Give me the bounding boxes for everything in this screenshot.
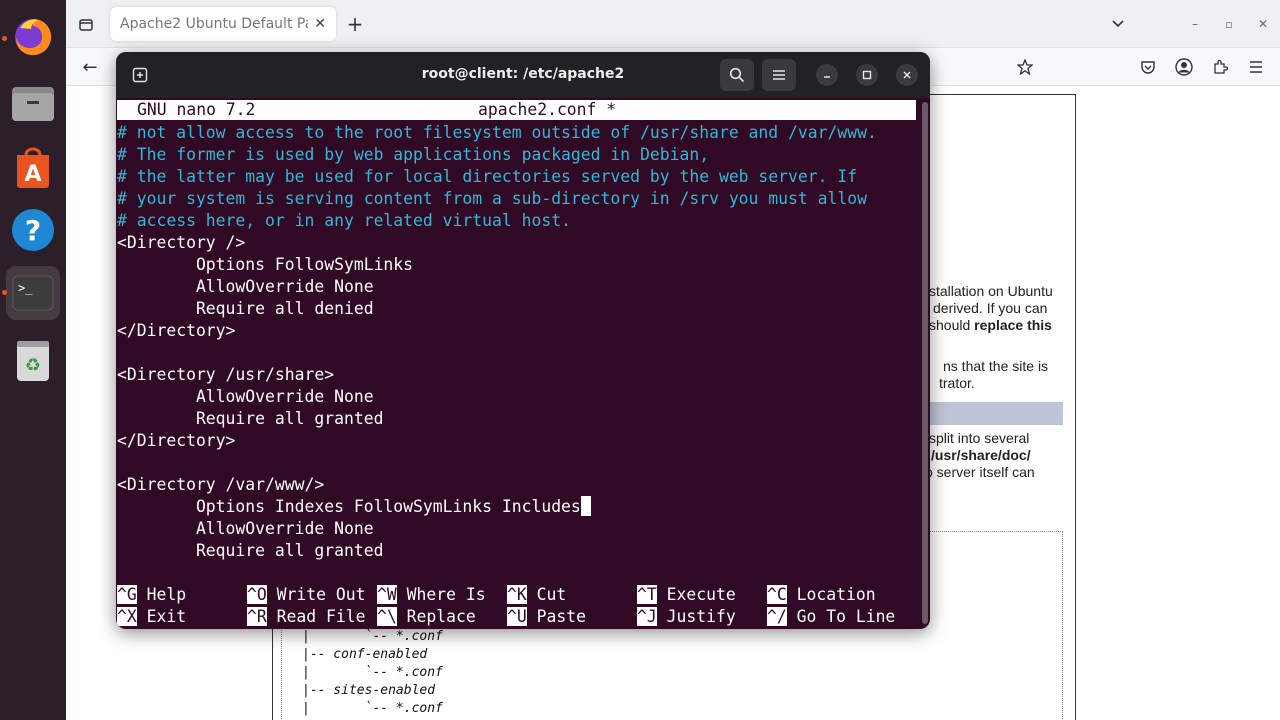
help-icon: ? (12, 209, 54, 251)
tree-line: |-- sites-enabled (302, 683, 436, 698)
section-header-band (923, 402, 1063, 425)
editor-line: </Directory> (117, 321, 236, 340)
maximize-icon (862, 70, 872, 80)
close-icon[interactable]: ✕ (314, 16, 326, 32)
doc-text-5: trator. (939, 375, 975, 391)
editor-line: AllowOverride None (117, 277, 374, 296)
firefox-icon (15, 19, 52, 56)
shortcut-cut[interactable]: ^K Cut (507, 584, 566, 606)
editor-line: Require all granted (117, 409, 384, 428)
svg-text:?: ? (25, 214, 41, 247)
hamburger-icon (773, 70, 785, 80)
terminal-title: root@client: /etc/apache2 (421, 66, 625, 82)
trash-icon: ♻ (17, 341, 49, 381)
close-icon (903, 71, 911, 79)
doc-text-7: /usr/share/doc/ (931, 447, 1031, 463)
minimize-icon (824, 76, 830, 78)
editor-line: # your system is serving content from a … (117, 189, 867, 208)
tab-title: Apache2 Ubuntu Default Page: It works (120, 16, 308, 32)
window-close-icon[interactable]: ✕ (1250, 11, 1276, 37)
nano-version: GNU nano 7.2 (137, 100, 256, 119)
terminal-header: root@client: /etc/apache2 (116, 52, 930, 98)
svg-text:♻: ♻ (25, 355, 41, 376)
nano-editor[interactable]: GNU nano 7.2 apache2.conf * # not allow … (116, 98, 930, 629)
minimize-icon[interactable]: – (1182, 11, 1208, 37)
tree-line: | `-- *.conf (302, 629, 443, 644)
terminal-window[interactable]: root@client: /etc/apache2 GNU nano 7.2 a… (116, 52, 930, 629)
dock-files[interactable] (6, 76, 60, 130)
chevron-down-icon[interactable] (1105, 11, 1131, 37)
editor-line: <Directory /var/www/> (117, 475, 325, 494)
editor-line: # access here, or in any related virtual… (117, 211, 571, 230)
editor-line: # The former is used by web applications… (117, 145, 710, 164)
pocket-icon[interactable] (1135, 54, 1161, 80)
doc-text-8: o server itself can (925, 464, 1035, 480)
nano-title-bar: GNU nano 7.2 apache2.conf * (117, 100, 916, 120)
maximize-button[interactable] (856, 64, 878, 86)
shortcut-execute[interactable]: ^T Execute (637, 584, 736, 606)
bookmark-star-icon[interactable] (1012, 54, 1038, 80)
terminal-icon: >_ (12, 275, 54, 311)
shortcut-justify[interactable]: ^J Justify (637, 606, 736, 628)
account-icon[interactable] (1171, 54, 1197, 80)
doc-text-1: stallation on Ubuntu (929, 283, 1053, 299)
shortcut-write-out[interactable]: ^O Write Out (247, 584, 365, 606)
editor-line: # not allow access to the root filesyste… (117, 123, 877, 142)
back-icon[interactable]: ← (77, 54, 103, 80)
extensions-icon[interactable] (1207, 54, 1233, 80)
dock-help[interactable]: ? (6, 203, 60, 257)
doc-text-3: should replace this (929, 317, 1052, 333)
editor-line: </Directory> (117, 431, 236, 450)
terminal-scrollbar[interactable] (922, 102, 928, 624)
editor-line: <Directory /usr/share> (117, 365, 335, 384)
close-button[interactable] (896, 64, 918, 86)
app-center-icon: A (17, 147, 49, 188)
new-tab-icon[interactable]: + (342, 11, 368, 37)
dock-trash[interactable]: ♻ (6, 334, 60, 388)
restore-icon[interactable]: ▫ (1216, 11, 1242, 37)
editor-line-current: Options Indexes FollowSymLinks Includes (117, 496, 591, 518)
tab-list-icon[interactable] (73, 11, 99, 37)
text-cursor (580, 496, 591, 516)
svg-text:>_: >_ (18, 281, 33, 295)
shortcut-go-to-line[interactable]: ^/ Go To Line (767, 606, 895, 628)
shortcut-where-is[interactable]: ^W Where Is (377, 584, 486, 606)
tab-bar: Apache2 Ubuntu Default Page: It works ✕ … (66, 0, 1280, 48)
editor-line: Require all granted (117, 541, 384, 560)
dock-app-center[interactable]: A (6, 140, 60, 194)
menu-icon[interactable] (1243, 54, 1269, 80)
svg-text:A: A (24, 162, 41, 187)
tree-line: | `-- *.conf (302, 665, 443, 680)
editor-line: AllowOverride None (117, 519, 374, 538)
doc-text-2: derived. If you can (933, 300, 1048, 316)
doc-text-4: ns that the site is (943, 358, 1049, 374)
editor-line: # the latter may be used for local direc… (117, 167, 858, 186)
doc-text-6: split into several (929, 430, 1030, 446)
tree-line: |-- conf-enabled (302, 647, 428, 662)
dock-terminal[interactable]: >_ (6, 266, 60, 320)
dock: A ? >_ ♻ (0, 0, 66, 720)
editor-line: Require all denied (117, 299, 374, 318)
search-icon (729, 67, 745, 83)
editor-line: AllowOverride None (117, 387, 374, 406)
shortcut-paste[interactable]: ^U Paste (507, 606, 586, 628)
shortcut-location[interactable]: ^C Location (767, 584, 876, 606)
hamburger-menu-button[interactable] (762, 59, 796, 91)
dock-firefox[interactable] (6, 10, 60, 64)
editor-line: Options FollowSymLinks (117, 255, 414, 274)
editor-line: <Directory /> (117, 233, 246, 252)
minimize-button[interactable] (816, 64, 838, 86)
shortcut-exit[interactable]: ^X Exit (117, 606, 186, 628)
shortcut-replace[interactable]: ^\ Replace (377, 606, 476, 628)
search-button[interactable] (720, 59, 754, 91)
shortcut-read-file[interactable]: ^R Read File (247, 606, 365, 628)
folder-icon (12, 87, 54, 121)
tab-apache-default[interactable]: Apache2 Ubuntu Default Page: It works ✕ (110, 7, 336, 41)
tree-line: | `-- *.conf (302, 701, 443, 716)
shortcut-help[interactable]: ^G Help (117, 584, 186, 606)
nano-filename: apache2.conf * (478, 100, 617, 119)
